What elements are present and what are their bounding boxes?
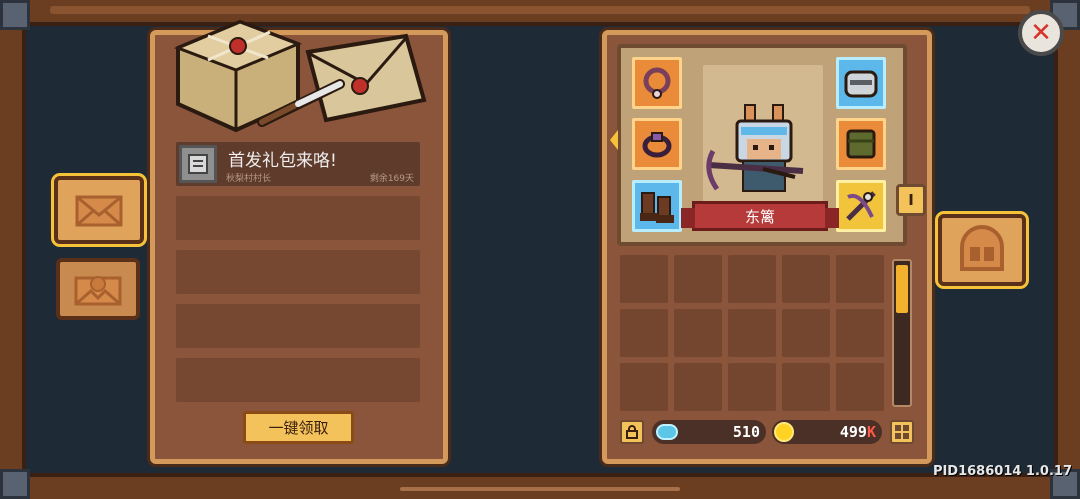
close-icon: ✕ [1030,18,1052,48]
coin-icon [774,422,794,442]
armor-icon [846,129,876,159]
inventory-slot[interactable] [782,309,830,357]
slot-ring[interactable] [632,118,682,170]
ring-icon [642,132,672,158]
mail-sender: 秋梨村村长 [226,174,272,184]
close-button[interactable]: ✕ [1018,10,1064,56]
inventory-slot[interactable] [728,363,776,411]
character-level-tab[interactable]: I [896,184,926,216]
inventory-slot[interactable] [728,309,776,357]
frame-corner [0,469,30,499]
inventory-slot[interactable] [728,255,776,303]
slot-necklace[interactable] [632,57,682,109]
inventory-slot[interactable] [836,363,884,411]
slot-boots[interactable] [632,180,682,232]
boots-icon [640,192,674,223]
mail-slot-empty [176,304,420,348]
mail-slot-empty [176,196,420,240]
mail-expiry: 剩余169天 [369,174,414,184]
grid-menu-button[interactable] [890,420,914,444]
inventory-slot[interactable] [674,309,722,357]
character-name-banner: 东篱 [681,201,839,231]
frame-bottom [0,473,1080,499]
inventory-scrollbar[interactable] [892,259,912,407]
character-name: 东篱 [744,207,775,226]
inventory-slot[interactable] [782,363,830,411]
necklace-icon [643,67,671,99]
arrow-left-icon[interactable] [610,130,618,150]
lock-button[interactable] [620,420,644,444]
tab-equipment[interactable] [935,211,1029,289]
frame-left [0,26,26,473]
crossbow-icon [846,191,876,221]
gem-icon [656,424,678,440]
tab-mail[interactable] [51,173,147,247]
slot-weapon[interactable] [836,180,886,232]
inventory-slot[interactable] [836,309,884,357]
lock-icon [626,425,638,439]
character-sprite [706,104,804,192]
frame-corner [0,0,30,30]
coin-suffix: K [866,423,876,441]
inventory-slot[interactable] [836,255,884,303]
mail-message-icon [179,145,217,183]
mail-slot-empty [176,250,420,294]
mail-slot-empty [176,358,420,402]
inventory-slot[interactable] [620,309,668,357]
helmet-icon [960,225,1004,271]
inventory-slot[interactable] [782,255,830,303]
inventory-slot[interactable] [620,255,668,303]
frame-top [0,0,1080,26]
tab-system-mail[interactable] [56,258,140,320]
envelope-icon [75,195,123,227]
slot-helmet[interactable] [836,57,886,109]
mail-title: 首发礼包来咯! [228,151,337,171]
inventory-grid [620,255,890,411]
coin-value: 499 [839,423,867,441]
inventory-slot[interactable] [674,363,722,411]
character-portrait [703,65,823,215]
seal-envelope-icon [74,276,122,306]
inventory-slot[interactable] [674,255,722,303]
currency-bar: 510 499K [618,418,914,446]
player-id-version: PID1686014 1.0.17 [932,464,1072,479]
claim-all-button[interactable]: 一键领取 [243,411,354,444]
coin-counter: 499K [772,420,882,444]
frame-right [1054,26,1080,473]
gem-counter: 510 [652,420,766,444]
scrollbar-thumb[interactable] [896,265,908,313]
gem-amount: 510 [732,423,760,441]
helmet-icon [844,70,878,98]
coin-amount: 499K [840,423,876,441]
inventory-slot[interactable] [620,363,668,411]
slot-armor[interactable] [836,118,886,170]
mail-package-illustration [173,19,427,133]
mail-item[interactable]: 首发礼包来咯! 秋梨村村长 剩余169天 [176,142,420,186]
